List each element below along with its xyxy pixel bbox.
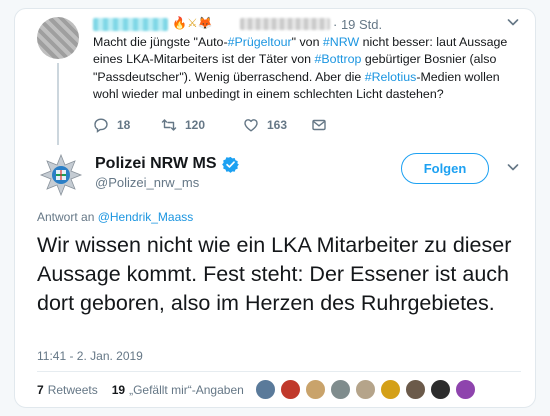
liker-avatar-9[interactable] bbox=[455, 379, 476, 400]
chevron-down-icon[interactable] bbox=[505, 14, 521, 30]
account-name-label: Polizei NRW MS bbox=[95, 155, 217, 172]
parent-name-emoji: 🔥⚔🦊 bbox=[172, 16, 213, 30]
reply-to-line: Antwort an @Hendrik_Maass bbox=[37, 210, 193, 224]
liker-avatar-3[interactable] bbox=[305, 379, 326, 400]
heart-icon bbox=[244, 119, 258, 132]
account-name[interactable]: Polizei NRW MS bbox=[95, 155, 239, 173]
envelope-icon bbox=[312, 119, 326, 131]
likes-stat-count: 19 bbox=[111, 383, 126, 397]
parent-tweet-text: Macht die jüngste "Auto-#Prügeltour" von… bbox=[93, 34, 513, 104]
tweet-timestamp[interactable]: 11:41 - 2. Jan. 2019 bbox=[37, 349, 143, 363]
like-button[interactable]: 163 bbox=[243, 117, 287, 133]
retweets-stat[interactable]: 7 Retweets bbox=[37, 383, 98, 397]
liker-avatar-6[interactable] bbox=[380, 379, 401, 400]
hashtag-link[interactable]: #Bottrop bbox=[315, 52, 362, 66]
follow-button[interactable]: Folgen bbox=[401, 153, 489, 184]
police-star-logo-avatar[interactable] bbox=[37, 151, 85, 199]
parent-handle-blurred bbox=[240, 18, 330, 30]
reply-to-prefix: Antwort an bbox=[37, 210, 98, 224]
reply-button[interactable]: 18 bbox=[93, 117, 130, 133]
liker-avatar-5[interactable] bbox=[355, 379, 376, 400]
tweet-text: Wir wissen nicht wie ein LKA Mitarbeiter… bbox=[37, 233, 512, 315]
parent-timestamp[interactable]: · 19 Std. bbox=[333, 17, 382, 32]
likes-stat[interactable]: 19 „Gefällt mir“-Angaben bbox=[112, 383, 244, 397]
hashtag-link[interactable]: #NRW bbox=[323, 35, 359, 49]
verified-badge-icon bbox=[221, 156, 239, 173]
tweet-card: 🔥⚔🦊 · 19 Std. Macht die jüngste "Auto-#P… bbox=[14, 8, 536, 408]
thread-line bbox=[57, 63, 59, 145]
parent-avatar-blurred[interactable] bbox=[37, 17, 79, 59]
retweets-stat-count: 7 bbox=[37, 383, 44, 397]
reply-to-handle-link[interactable]: @Hendrik_Maass bbox=[98, 210, 194, 224]
tweet-text-segment: " von bbox=[291, 35, 323, 49]
tweet-text-segment: Macht die jüngste "Auto- bbox=[93, 35, 228, 49]
liker-avatar-7[interactable] bbox=[405, 379, 426, 400]
retweet-count: 120 bbox=[185, 118, 206, 132]
chevron-down-icon[interactable] bbox=[505, 159, 521, 175]
retweet-icon bbox=[161, 119, 177, 131]
reply-count: 18 bbox=[117, 118, 131, 132]
reply-icon bbox=[94, 118, 108, 133]
engagement-stats: 7 Retweets 19 „Gefällt mir“-Angaben bbox=[37, 383, 244, 397]
liker-avatar-1[interactable] bbox=[255, 379, 276, 400]
message-button[interactable] bbox=[311, 117, 335, 133]
retweet-button[interactable]: 120 bbox=[161, 117, 205, 133]
liker-avatar-4[interactable] bbox=[330, 379, 351, 400]
parent-tweet[interactable]: 🔥⚔🦊 · 19 Std. Macht die jüngste "Auto-#P… bbox=[15, 9, 535, 147]
account-handle[interactable]: @Polizei_nrw_ms bbox=[95, 175, 199, 190]
like-count: 163 bbox=[267, 118, 288, 132]
hashtag-link[interactable]: #Prügeltour bbox=[228, 35, 292, 49]
liker-avatar-2[interactable] bbox=[280, 379, 301, 400]
hashtag-link[interactable]: #Relotius bbox=[365, 70, 417, 84]
divider bbox=[37, 371, 521, 372]
liker-avatar-8[interactable] bbox=[430, 379, 451, 400]
parent-name-blurred[interactable] bbox=[93, 18, 168, 31]
likes-stat-label: „Gefällt mir“-Angaben bbox=[129, 383, 244, 397]
retweets-stat-label: Retweets bbox=[47, 383, 98, 397]
liker-avatars bbox=[255, 379, 480, 401]
